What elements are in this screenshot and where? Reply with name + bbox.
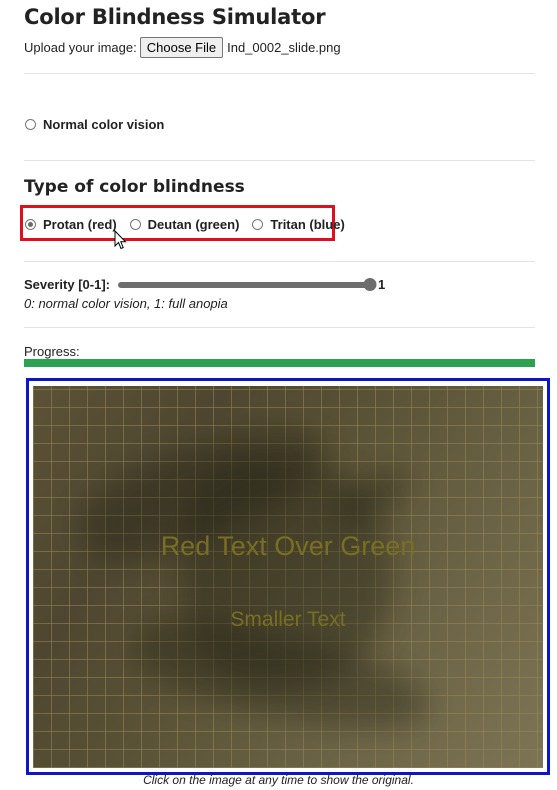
severity-hint: 0: normal color vision, 1: full anopia [24,296,228,311]
progress-bar [24,359,535,367]
severity-slider[interactable] [117,277,377,291]
severity-row: Severity [0-1]: 1 [24,277,385,292]
normal-vision-radio[interactable] [25,119,36,130]
protan-option[interactable]: Protan (red) [25,217,117,232]
divider [24,327,535,328]
selected-file-name: Ind_0002_slide.png [227,40,341,55]
mouse-pointer-icon [114,230,127,250]
severity-value: 1 [377,277,386,292]
tritan-option[interactable]: Tritan (blue) [252,217,345,232]
simulated-image-frame[interactable]: Red Text Over Green Smaller Text [26,378,550,775]
divider [24,73,535,74]
simulated-image[interactable]: Red Text Over Green Smaller Text [33,386,543,768]
divider [24,261,535,262]
deutan-label: Deutan (green) [147,217,240,232]
protan-radio[interactable] [25,219,36,230]
tritan-radio[interactable] [252,219,264,230]
normal-vision-option[interactable]: Normal color vision [25,117,164,132]
divider [24,160,535,161]
choose-file-button[interactable]: Choose File [139,37,224,58]
severity-label: Severity [0-1]: [24,277,110,292]
upload-label: Upload your image: [24,40,137,55]
severity-slider-thumb[interactable] [363,277,377,291]
page-title: Color Blindness Simulator [24,5,326,29]
deutan-option[interactable]: Deutan (green) [129,217,240,232]
progress-bar-fill [24,359,535,367]
tritan-label: Tritan (blue) [270,217,345,232]
upload-row: Upload your image: Choose File Ind_0002_… [24,37,341,58]
type-options-group: Protan (red) Deutan (green) Tritan (blue… [25,217,358,232]
deutan-radio[interactable] [129,219,141,230]
protan-label: Protan (red) [43,217,117,232]
image-text-small: Smaller Text [230,608,346,631]
image-text-large: Red Text Over Green [160,531,416,561]
normal-vision-label: Normal color vision [43,117,165,132]
image-caption: Click on the image at any time to show t… [143,773,414,787]
progress-label: Progress: [24,344,80,359]
color-blindness-type-title: Type of color blindness [24,177,245,197]
